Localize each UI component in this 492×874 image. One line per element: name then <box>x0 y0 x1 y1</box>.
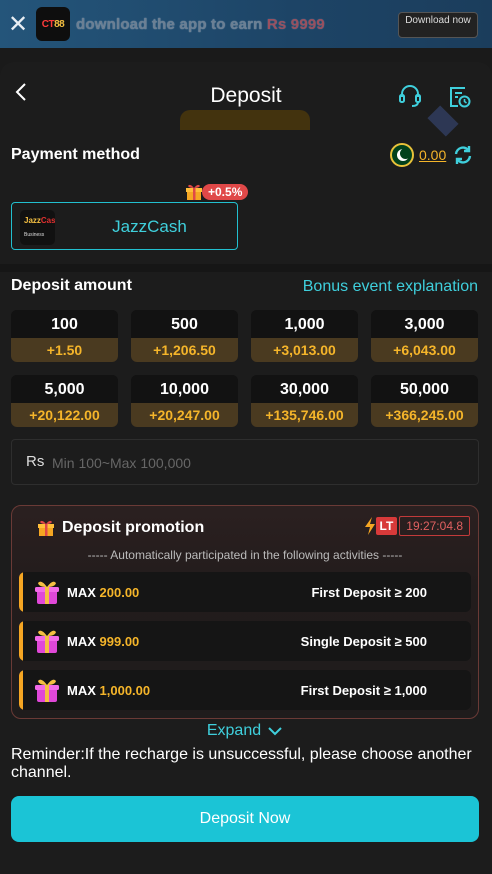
balance-value: 0.00 <box>419 147 447 163</box>
history-icon[interactable] <box>445 82 473 110</box>
promotion-condition: Single Deposit ≥ 500 <box>300 634 427 649</box>
deposit-now-button[interactable]: Deposit Now <box>11 796 479 842</box>
amount-bonus: +20,122.00 <box>11 403 118 427</box>
promo-percent: +0.5% <box>202 184 249 200</box>
gift-box-icon <box>35 581 59 604</box>
amount-option[interactable]: 50,000 +366,245.00 <box>371 375 478 427</box>
amount-option[interactable]: 100 +1.50 <box>11 310 118 362</box>
promotion-header: Deposit promotion <box>36 518 204 538</box>
row-accent <box>19 670 23 710</box>
amount-value: 10,000 <box>131 375 238 403</box>
banner-amount: Rs 9999 <box>266 15 325 33</box>
payment-method-name: JazzCash <box>112 217 187 236</box>
amount-value: 500 <box>131 310 238 338</box>
page-header: Deposit <box>0 62 492 132</box>
promotion-timer: LT 19:27:04.8 <box>364 516 470 536</box>
currency-prefix: Rs <box>26 453 45 470</box>
amount-bonus: +6,043.00 <box>371 338 478 362</box>
timer-countdown: 19:27:04.8 <box>399 516 470 536</box>
payment-method-label: Payment method <box>11 146 140 163</box>
max-bonus: MAX 200.00 <box>67 585 140 600</box>
jazzcash-logo: JazzCash Business <box>20 210 55 245</box>
amount-bonus: +1.50 <box>11 338 118 362</box>
amount-option[interactable]: 5,000 +20,122.00 <box>11 375 118 427</box>
amount-bonus: +135,746.00 <box>251 403 358 427</box>
max-bonus: MAX 999.00 <box>67 634 140 649</box>
gift-icon <box>186 184 202 200</box>
amount-input-box: Rs <box>11 439 479 485</box>
reminder-text: Reminder:If the recharge is unsuccessful… <box>11 746 472 781</box>
amount-input[interactable] <box>52 450 452 476</box>
row-accent <box>19 572 23 612</box>
amount-bonus: +1,206.50 <box>131 338 238 362</box>
amount-bonus: +20,247.00 <box>131 403 238 427</box>
gift-box-icon <box>35 679 59 702</box>
promotion-item[interactable]: MAX 200.00 First Deposit ≥ 200 <box>19 572 471 612</box>
chevron-down-icon <box>268 727 282 736</box>
promotion-title: Deposit promotion <box>62 519 205 536</box>
promotion-subtitle: ----- Automatically participated in the … <box>87 548 403 562</box>
promotion-condition: First Deposit ≥ 1,000 <box>300 683 427 698</box>
max-bonus: MAX 1,000.00 <box>67 683 151 698</box>
row-accent <box>19 621 23 661</box>
expand-toggle[interactable]: Expand <box>0 721 492 741</box>
amount-bonus: +3,013.00 <box>251 338 358 362</box>
download-now-button[interactable]: Download now <box>398 12 478 38</box>
payment-method-jazzcash[interactable]: JazzCash Business JazzCash <box>11 202 238 250</box>
amount-value: 100 <box>11 310 118 338</box>
amount-option[interactable]: 10,000 +20,247.00 <box>131 375 238 427</box>
amount-value: 50,000 <box>371 375 478 403</box>
lightning-icon <box>364 517 375 535</box>
amount-value: 5,000 <box>11 375 118 403</box>
method-promo-badge: +0.5% <box>184 182 249 202</box>
pakistan-flag-icon <box>390 143 414 167</box>
gift-icon <box>38 520 54 536</box>
timer-badge: LT <box>375 517 398 535</box>
amount-value: 1,000 <box>251 310 358 338</box>
banner-text: download the app to earn Rs 9999 <box>76 15 325 33</box>
deposit-amount-label: Deposit amount <box>11 277 132 294</box>
app-logo: CT88 <box>36 7 70 41</box>
bonus-explanation-link[interactable]: Bonus event explanation <box>303 278 478 296</box>
refresh-icon[interactable] <box>452 144 474 166</box>
promotion-item[interactable]: MAX 999.00 Single Deposit ≥ 500 <box>19 621 471 661</box>
deposit-promotion-panel: Deposit promotion LT 19:27:04.8 ----- Au… <box>11 505 479 719</box>
amount-option[interactable]: 500 +1,206.50 <box>131 310 238 362</box>
amount-option[interactable]: 30,000 +135,746.00 <box>251 375 358 427</box>
promotion-condition: First Deposit ≥ 200 <box>311 585 427 600</box>
section-divider <box>0 264 492 272</box>
gift-box-icon <box>35 630 59 653</box>
promotion-item[interactable]: MAX 1,000.00 First Deposit ≥ 1,000 <box>19 670 471 710</box>
amount-value: 3,000 <box>371 310 478 338</box>
banner-close-icon[interactable]: ✕ <box>0 0 36 48</box>
balance-display: 0.00 <box>390 143 474 167</box>
customer-support-icon[interactable] <box>396 82 424 110</box>
amount-bonus: +366,245.00 <box>371 403 478 427</box>
expand-label: Expand <box>206 722 262 739</box>
amount-option[interactable]: 3,000 +6,043.00 <box>371 310 478 362</box>
amount-option[interactable]: 1,000 +3,013.00 <box>251 310 358 362</box>
amount-value: 30,000 <box>251 375 358 403</box>
download-banner: ✕ CT88 download the app to earn Rs 9999 … <box>0 0 492 48</box>
